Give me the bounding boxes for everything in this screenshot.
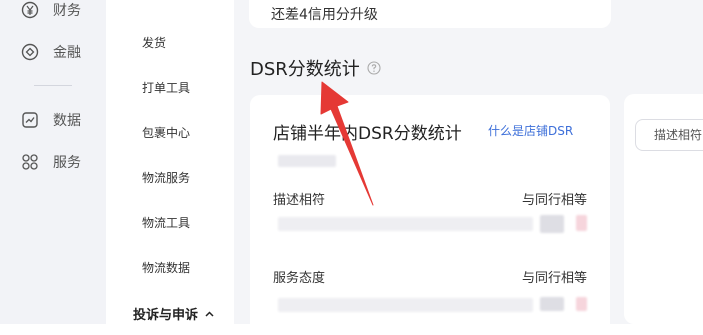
- credit-card: 还差4信用分升级: [249, 0, 611, 28]
- dsr-card-title: 店铺半年内DSR分数统计: [273, 124, 462, 144]
- nav2-item-logistics-data[interactable]: 物流数据: [142, 259, 190, 276]
- nav-item-finance[interactable]: 财务: [20, 0, 81, 20]
- nav2-group-complaints[interactable]: 投诉与申诉: [133, 304, 214, 323]
- nav-item-services[interactable]: 服务: [20, 152, 81, 172]
- blurred-score-value: [540, 215, 564, 233]
- blurred-indicator: [576, 297, 587, 311]
- credit-upgrade-text: 还差4信用分升级: [271, 7, 378, 23]
- nav2-item-package-center[interactable]: 包裹中心: [142, 124, 190, 141]
- blurred-score-value: [540, 297, 564, 311]
- section-title-text: DSR分数统计: [250, 59, 360, 80]
- nav-item-label: 金融: [53, 45, 81, 61]
- blurred-score: [278, 155, 336, 167]
- right-panel: 描述相符: [624, 94, 703, 324]
- nav2-item-ship[interactable]: 发货: [142, 34, 166, 51]
- dsr-row-label: 服务态度: [273, 271, 326, 286]
- yen-circle-icon: [20, 0, 40, 20]
- diamond-circle-icon: [20, 42, 40, 62]
- dsr-row-compare: 与同行相等: [521, 193, 587, 208]
- trend-chart-icon: [20, 110, 40, 130]
- nav-item-finance-services[interactable]: 金融: [20, 42, 81, 62]
- nav-item-label: 财务: [53, 3, 81, 19]
- tab-description-match[interactable]: 描述相符: [635, 119, 703, 151]
- grid-apps-icon: [20, 152, 40, 172]
- nav-item-data[interactable]: 数据: [20, 110, 81, 130]
- nav2-group-label: 投诉与申诉: [133, 308, 199, 323]
- blurred-indicator: [576, 215, 587, 231]
- section-title: DSR分数统计: [250, 55, 381, 81]
- blurred-progress-bar: [278, 298, 533, 312]
- nav-item-label: 数据: [53, 113, 81, 129]
- nav2-item-print-tool[interactable]: 打单工具: [142, 79, 190, 96]
- blurred-progress-bar: [278, 217, 533, 231]
- question-circle-icon[interactable]: [367, 61, 381, 75]
- dsr-row-label: 描述相符: [273, 193, 326, 208]
- dsr-card: 店铺半年内DSR分数统计 什么是店铺DSR 描述相符 与同行相等 服务态度 与同…: [250, 95, 610, 335]
- chevron-up-icon: [205, 306, 214, 321]
- nav2-item-logistics-service[interactable]: 物流服务: [142, 169, 190, 186]
- secondary-sidebar: 发货 打单工具 包裹中心 物流服务 物流工具 物流数据 投诉与申诉: [106, 0, 234, 324]
- nav-item-label: 服务: [53, 155, 81, 171]
- nav2-item-logistics-tool[interactable]: 物流工具: [142, 214, 190, 231]
- primary-sidebar: 财务 金融 数据 服务: [0, 0, 106, 324]
- dsr-row-compare: 与同行相等: [521, 271, 587, 286]
- nav-divider: [34, 85, 72, 86]
- what-is-dsr-link[interactable]: 什么是店铺DSR: [488, 122, 573, 139]
